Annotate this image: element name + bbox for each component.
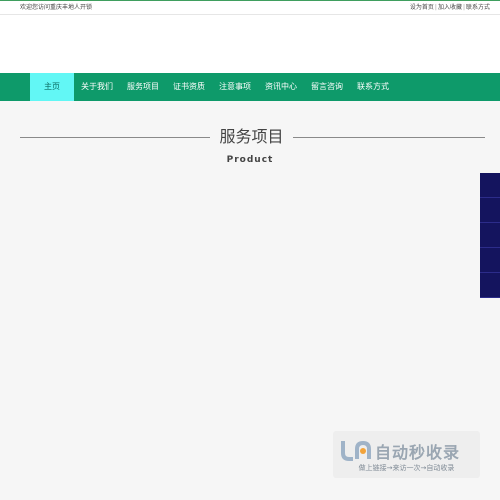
- side-float-tabs: [480, 173, 500, 298]
- section-heading: 服务项目: [0, 125, 500, 149]
- nav-item-news[interactable]: 资讯中心: [258, 73, 304, 101]
- nav-item-services[interactable]: 服务项目: [120, 73, 166, 101]
- add-favorite-link[interactable]: 加入收藏: [438, 4, 462, 11]
- top-links: 设为首页|加入收藏|联系方式: [409, 4, 490, 11]
- side-tab-1[interactable]: [480, 173, 500, 198]
- contact-link[interactable]: 联系方式: [466, 4, 490, 11]
- divider-left: [20, 137, 210, 138]
- top-bar: 欢迎您访问重庆丰地人开锁 设为首页|加入收藏|联系方式: [0, 0, 500, 15]
- logo-mark-icon: [341, 440, 371, 461]
- watermark-brand: 自动秒收录: [375, 443, 461, 462]
- nav-item-message[interactable]: 留言咨询: [304, 73, 350, 101]
- side-tab-5[interactable]: [480, 273, 500, 298]
- header-banner: [0, 15, 500, 73]
- side-tab-4[interactable]: [480, 248, 500, 273]
- side-tab-2[interactable]: [480, 198, 500, 223]
- section-subtitle: Product: [226, 155, 274, 165]
- nav-item-home[interactable]: 主页: [30, 73, 74, 101]
- nav-item-about[interactable]: 关于我们: [74, 73, 120, 101]
- nav-item-notices[interactable]: 注意事项: [212, 73, 258, 101]
- nav-item-contact[interactable]: 联系方式: [350, 73, 396, 101]
- welcome-text: 欢迎您访问重庆丰地人开锁: [20, 4, 93, 11]
- section-title: 服务项目: [219, 127, 284, 146]
- divider-right: [293, 137, 485, 138]
- watermark-badge: 自动秒收录 做上链接→来访一次→自动收录: [333, 431, 480, 478]
- nav-item-certificates[interactable]: 证书资质: [166, 73, 212, 101]
- main-nav: 主页 关于我们 服务项目 证书资质 注意事项 资讯中心 留言咨询 联系方式: [0, 73, 500, 101]
- side-tab-3[interactable]: [480, 223, 500, 248]
- watermark-slogan: 做上链接→来访一次→自动收录: [358, 464, 455, 472]
- set-homepage-link[interactable]: 设为首页: [410, 4, 434, 11]
